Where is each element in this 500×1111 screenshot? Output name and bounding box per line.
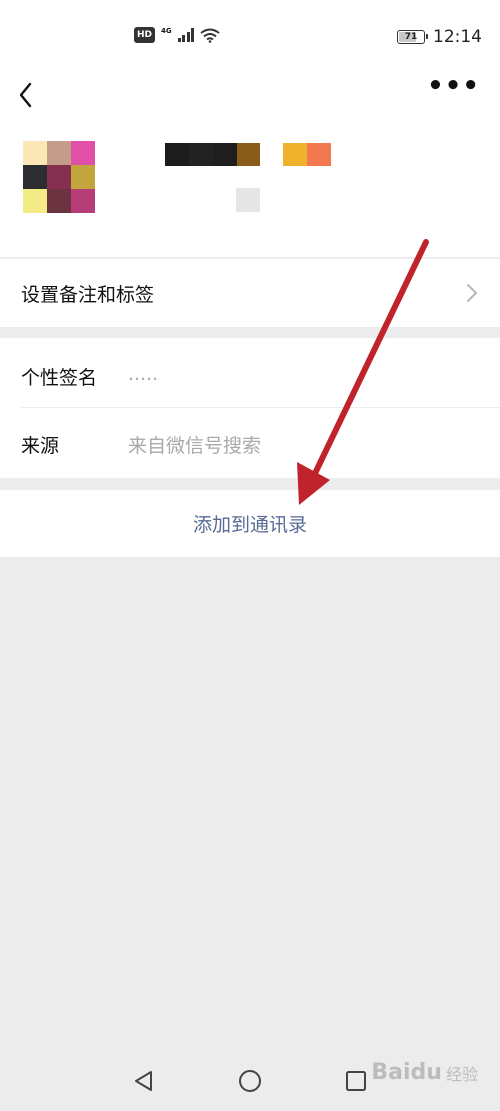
watermark-text: Baidu <box>371 1060 442 1085</box>
add-to-contacts-label: 添加到通讯录 <box>192 514 307 536</box>
info-section: 个性签名 ..... 来源 来自微信号搜索 <box>0 338 500 478</box>
add-to-contacts-button[interactable]: 添加到通讯录 <box>0 490 500 557</box>
signal-icon <box>177 28 195 42</box>
nickname-mosaic-cell <box>307 143 331 166</box>
source-value: 来自微信号搜索 <box>128 435 262 457</box>
row-divider <box>21 407 500 408</box>
avatar-mosaic-cell <box>23 141 47 165</box>
avatar-mosaic-cell <box>71 141 95 165</box>
watermark-sub: 经验 <box>445 1064 478 1084</box>
avatar-mosaic-cell <box>71 189 95 213</box>
nickname-pixelated <box>165 143 331 166</box>
circle-home-icon[interactable] <box>237 1068 263 1094</box>
clock: 12:14 <box>433 27 482 47</box>
nickname-mosaic-cell <box>213 143 237 166</box>
more-options-button[interactable]: ••• <box>427 73 480 99</box>
status-icons: HD 4G <box>134 27 220 43</box>
status-bar: HD 4G 71 12:14 <box>0 0 500 72</box>
avatar[interactable] <box>23 141 95 213</box>
nickname-mosaic-cell <box>165 143 189 166</box>
avatar-mosaic-cell <box>47 189 71 213</box>
avatar-mosaic-cell <box>47 165 71 189</box>
account-id-pixelated <box>236 188 260 212</box>
network-type-label: 4G <box>161 26 172 35</box>
square-recents-icon[interactable] <box>343 1068 369 1094</box>
battery-icon: 71 <box>397 30 428 44</box>
nickname-mosaic-cell <box>260 143 283 166</box>
remark-tags-row[interactable]: 设置备注和标签 <box>0 259 500 327</box>
baidu-watermark: Baidu 经验 <box>371 1060 478 1085</box>
wifi-icon <box>200 28 220 43</box>
battery-level: 71 <box>404 32 418 42</box>
nickname-mosaic-cell <box>283 143 307 166</box>
avatar-mosaic-cell <box>23 189 47 213</box>
avatar-mosaic-cell <box>47 141 71 165</box>
nickname-mosaic-cell <box>189 143 213 166</box>
status-right: 71 12:14 <box>397 27 482 47</box>
signature-value: ..... <box>128 363 159 385</box>
signature-label: 个性签名 <box>21 367 98 389</box>
chevron-right-icon <box>467 284 477 302</box>
source-label: 来源 <box>21 435 60 457</box>
profile-header: ••• <box>0 72 500 258</box>
triangle-back-icon[interactable] <box>131 1068 157 1094</box>
remark-tags-label: 设置备注和标签 <box>21 284 155 306</box>
nickname-mosaic-cell <box>237 143 260 166</box>
chevron-left-icon[interactable] <box>16 80 36 110</box>
avatar-mosaic-cell <box>71 165 95 189</box>
hd-badge: HD <box>134 27 156 43</box>
avatar-mosaic-cell <box>23 165 47 189</box>
